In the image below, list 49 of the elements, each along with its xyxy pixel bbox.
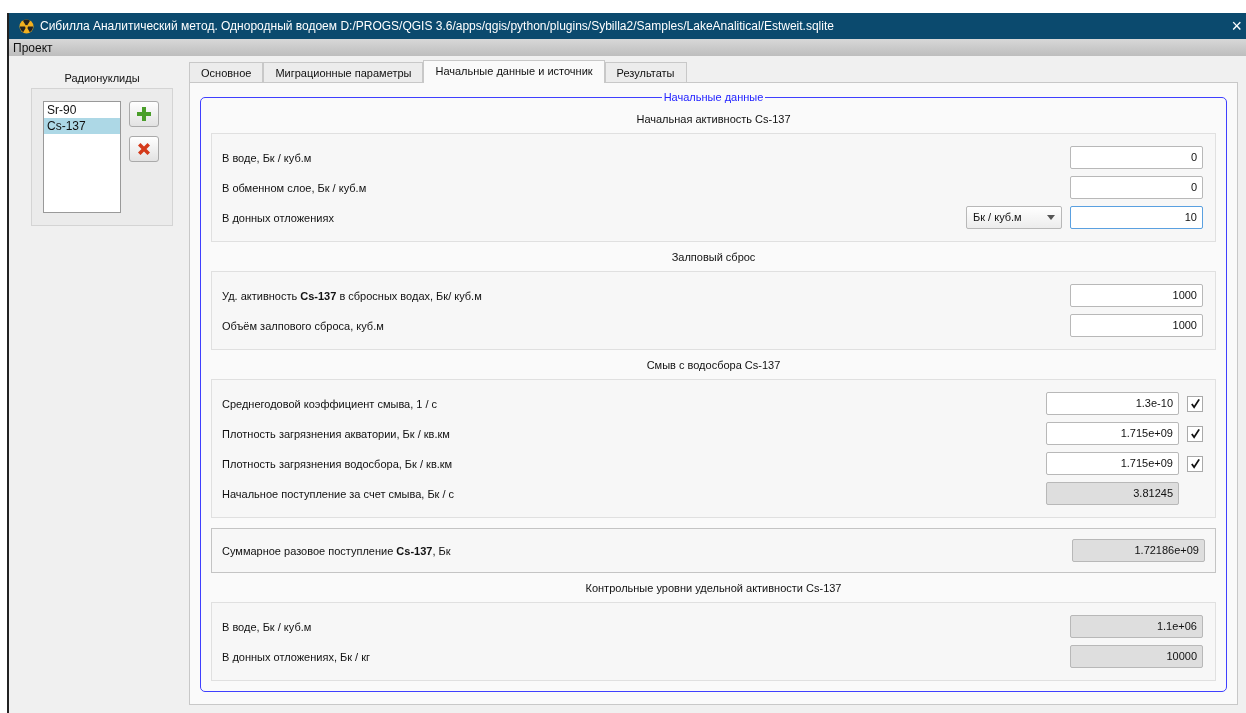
checkbox[interactable] [1187,455,1203,472]
input-field[interactable]: 1000 [1070,284,1203,307]
tab[interactable]: Результаты [604,62,687,82]
field-label: В обменном слое, Бк / куб.м [222,181,368,194]
plus-icon [136,106,152,122]
tab[interactable]: Миграционные параметры [263,62,424,82]
input-field[interactable]: 0 [1070,146,1203,169]
delete-button[interactable] [129,136,159,162]
input-field[interactable]: 1.715e+09 [1046,422,1179,445]
menu-item[interactable]: Проект [13,40,53,55]
input-field[interactable]: 1000 [1070,314,1203,337]
section-title: Смыв с водосбора Cs-137 [645,358,782,373]
field-label: В воде, Бк / куб.м [222,151,313,164]
unit-dropdown[interactable]: Бк / куб.м [966,206,1062,229]
field-label: В донных отложениях [222,211,335,224]
section-title: Залповый сброс [670,250,757,265]
input-field[interactable]: 10 [1070,206,1203,229]
list-item[interactable]: Cs-137 [44,118,120,134]
tab[interactable]: Основное [189,62,264,82]
field-label: Уд. активность Cs-137 в сбросных водах, Бк/ куб.м [222,289,483,302]
window-title: Сибилла Аналитический метод. Однородный водоем D:/PROGS/QGIS 3.6/apps/qgis/python/plugins/Sybilla2/Samples/LakeAnalitical/Estweit.sqlite [40,19,835,33]
close-button[interactable]: × [1227,16,1246,36]
field-label: Плотность загрязнения водосбора, Бк / кв.км [222,457,454,470]
cross-icon [136,141,152,157]
readonly-field: 3.81245 [1046,482,1179,505]
list-item[interactable]: Sr-90 [44,102,120,118]
field-label: В воде, Бк / куб.м [222,620,313,633]
section-title: Начальная активность Cs-137 [635,112,792,127]
field-label: Среднегодовой коэффициент смыва, 1 / с [222,397,439,410]
panel-title: Радионуклиды [63,71,141,86]
input-field[interactable]: 1.715e+09 [1046,452,1179,475]
input-field[interactable]: 1.3e-10 [1046,392,1179,415]
add-button[interactable] [129,101,159,127]
field-label: В донных отложениях, Бк / кг [222,650,372,663]
section-title: Контрольные уровни удельной активности Cs-137 [584,581,843,596]
readonly-field: 1.72186e+09 [1072,539,1205,562]
group-title: Начальные данные [661,90,766,104]
input-field[interactable]: 0 [1070,176,1203,199]
readonly-field: 1.1e+06 [1070,615,1203,638]
field-label: Объём залпового сброса, куб.м [222,319,385,332]
field-label: Суммарное разовое поступление Cs-137, Бк [222,544,452,557]
field-label: Начальное поступление за счет смыва, Бк / с [222,487,456,500]
caret-icon [1047,215,1055,220]
field-label: Плотность загрязнения акватории, Бк / кв.км [222,427,451,440]
radiation-icon [19,18,34,34]
readonly-field: 10000 [1070,645,1203,668]
tab[interactable]: Начальные данные и источник [423,60,605,83]
checkbox[interactable] [1187,395,1203,412]
checkbox[interactable] [1187,425,1203,442]
